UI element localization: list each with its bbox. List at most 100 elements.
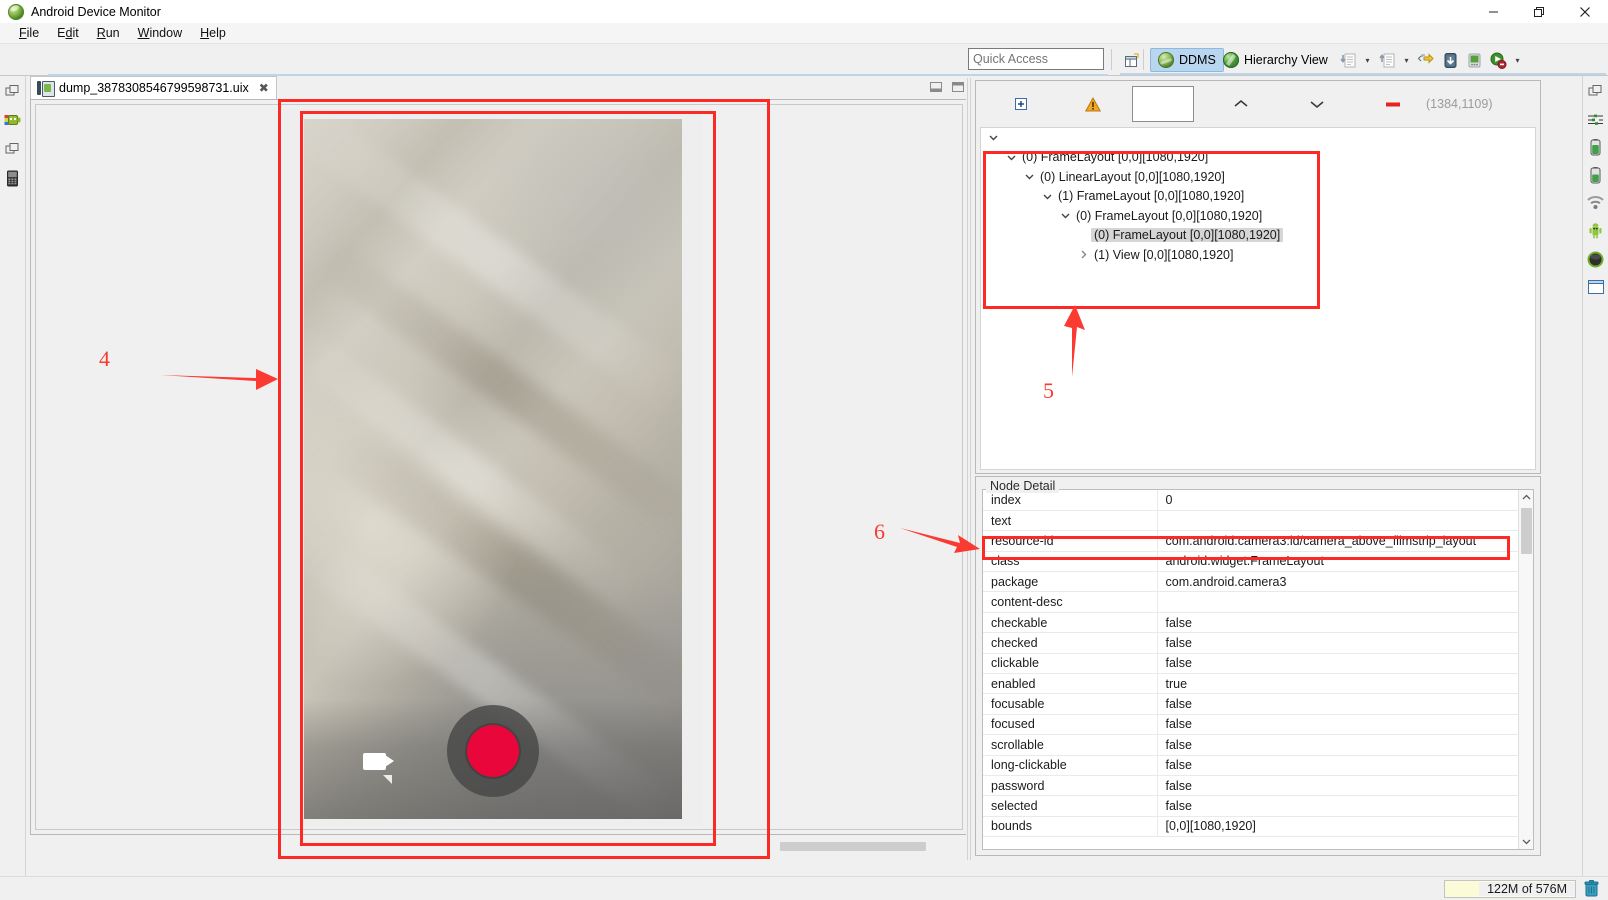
table-row[interactable]: selected false	[983, 795, 1533, 817]
perspective-tab-ddms[interactable]: DDMS	[1150, 48, 1224, 72]
start-monitoring-icon[interactable]	[1487, 48, 1509, 72]
table-row[interactable]: package com.android.camera3	[983, 571, 1533, 593]
table-row[interactable]: text	[983, 510, 1533, 532]
allocation-tracker-icon[interactable]	[1587, 166, 1605, 184]
video-camera-mode-icon[interactable]	[363, 749, 399, 784]
ddms-icon	[1158, 52, 1174, 68]
import-dropdown-arrow[interactable]: ▾	[1361, 48, 1374, 72]
file-explorer-icon[interactable]	[1587, 222, 1605, 240]
toolbar-overflow-arrow[interactable]: ▾	[1511, 48, 1524, 72]
tree-row[interactable]: (0) LinearLayout [0,0][1080,1920]	[981, 167, 1535, 187]
table-row[interactable]: checked false	[983, 632, 1533, 654]
run-gc-trash-icon[interactable]	[1580, 879, 1602, 899]
expand-all-icon[interactable]	[1004, 89, 1038, 119]
restore-view-icon[interactable]	[1587, 82, 1605, 100]
chevron-down-icon[interactable]	[1003, 148, 1019, 167]
chevron-down-icon[interactable]	[1057, 206, 1073, 225]
warning-icon[interactable]	[1076, 89, 1110, 119]
system-information-icon[interactable]	[1463, 48, 1485, 72]
import-icon[interactable]	[1337, 48, 1359, 72]
chevron-down-icon[interactable]	[1300, 89, 1334, 119]
heap-icon[interactable]	[1587, 138, 1605, 156]
tree-row[interactable]: (1) FrameLayout [0,0][1080,1920]	[981, 187, 1535, 207]
node-detail-table-frame[interactable]: index 0 text resource-id com.android.camer…	[982, 489, 1534, 850]
stop-icon[interactable]	[1376, 89, 1410, 119]
close-icon[interactable]	[1562, 0, 1608, 23]
table-row[interactable]: index 0	[983, 490, 1533, 511]
editor-hscroll-thumb[interactable]	[780, 842, 926, 851]
restore-view-icon[interactable]	[4, 140, 22, 158]
system-information-icon[interactable]	[1587, 278, 1605, 296]
toolbar-right-icon-group: ▾ ▾ ▾	[1337, 48, 1524, 72]
chevron-down-icon[interactable]	[1039, 187, 1055, 206]
devices-icon[interactable]	[4, 169, 22, 187]
menu-window[interactable]: Window	[129, 24, 191, 42]
table-row[interactable]: checkable false	[983, 612, 1533, 634]
table-row[interactable]: resource-id com.android.camera3:id/camera…	[983, 530, 1533, 552]
menu-file[interactable]: File	[10, 24, 48, 42]
dump-view-hierarchy-icon[interactable]	[1415, 48, 1437, 72]
chevron-down-icon[interactable]	[1021, 167, 1037, 186]
node-detail-vertical-scrollbar[interactable]	[1518, 490, 1533, 849]
tree-row[interactable]: (1) View [0,0][1080,1920]	[981, 245, 1535, 265]
export-icon[interactable]	[1376, 48, 1398, 72]
table-row[interactable]: enabled true	[983, 673, 1533, 695]
hierarchy-view-icon	[1223, 52, 1239, 68]
table-row[interactable]: focusable false	[983, 693, 1533, 715]
table-row[interactable]: class android.widget.FrameLayout	[983, 551, 1533, 573]
android-camera-preview-screenshot[interactable]	[304, 119, 682, 819]
threads-icon[interactable]	[1587, 110, 1605, 128]
minimize-panel-button[interactable]	[928, 80, 944, 94]
perspective-tab-hierarchy-view[interactable]: Hierarchy View	[1216, 48, 1335, 72]
tree-row[interactable]	[981, 128, 1535, 148]
chevron-up-icon[interactable]	[1224, 89, 1258, 119]
table-row[interactable]: focused false	[983, 714, 1533, 736]
close-tab-icon[interactable]: ✖	[259, 81, 269, 95]
table-row[interactable]: long-clickable false	[983, 755, 1533, 776]
table-row[interactable]: password false	[983, 775, 1533, 797]
node-tree-view[interactable]: (0) FrameLayout [0,0][1080,1920] (0) Lin…	[980, 127, 1536, 470]
menu-edit[interactable]: Edit	[48, 24, 88, 42]
menu-help[interactable]: Help	[191, 24, 235, 42]
quick-access-input[interactable]	[968, 48, 1104, 70]
device-screen-capture-icon[interactable]	[1439, 48, 1461, 72]
scroll-up-icon[interactable]	[1519, 490, 1534, 505]
restore-devices-view-icon[interactable]	[4, 82, 22, 100]
left-view-rail	[0, 76, 26, 876]
emulator-control-icon[interactable]	[1587, 250, 1605, 268]
node-tree-search-input[interactable]	[1132, 86, 1194, 122]
table-row[interactable]: content-desc	[983, 591, 1533, 613]
node-detail-key: scrollable	[983, 734, 1158, 756]
minimize-icon[interactable]	[1470, 0, 1516, 23]
export-dropdown-arrow[interactable]: ▾	[1400, 48, 1413, 72]
editor-horizontal-scrollbar[interactable]	[30, 839, 968, 853]
scroll-down-icon[interactable]	[1519, 834, 1534, 849]
open-perspective-icon[interactable]	[1119, 49, 1143, 71]
tree-row-selected[interactable]: (0) FrameLayout [0,0][1080,1920]	[981, 226, 1535, 246]
menu-run[interactable]: Run	[88, 24, 129, 42]
heap-status-widget[interactable]: 122M of 576M	[1444, 879, 1576, 898]
toolbar-underline-right	[1120, 73, 1606, 75]
table-row[interactable]: clickable false	[983, 653, 1533, 675]
editor-tab-dump-uix[interactable]: dump_3878308546799598731.uix ✖	[30, 76, 277, 99]
node-detail-value: false	[1157, 632, 1533, 654]
tree-row[interactable]: (0) FrameLayout [0,0][1080,1920]	[981, 206, 1535, 226]
emulator-control-icon[interactable]	[4, 111, 22, 129]
node-detail-key: class	[983, 551, 1158, 573]
maximize-icon[interactable]	[1516, 0, 1562, 23]
node-detail-scroll-thumb[interactable]	[1521, 508, 1532, 554]
chevron-down-icon[interactable]	[985, 128, 1001, 147]
cursor-coordinates: (1384,1109)	[1426, 97, 1493, 111]
maximize-panel-button[interactable]	[950, 80, 966, 94]
table-row[interactable]: bounds [0,0][1080,1920]	[983, 816, 1533, 838]
network-statistics-icon[interactable]	[1587, 194, 1605, 212]
tree-row[interactable]: (0) FrameLayout [0,0][1080,1920]	[981, 148, 1535, 168]
record-shutter-button[interactable]	[447, 705, 539, 797]
screenshot-canvas[interactable]	[35, 104, 963, 830]
node-detail-value: false	[1157, 714, 1533, 736]
table-row[interactable]: scrollable false	[983, 734, 1533, 756]
node-detail-key: package	[983, 571, 1158, 593]
toolbar-separator-1	[1111, 49, 1112, 70]
title-bar: Android Device Monitor	[0, 0, 1608, 23]
chevron-right-icon[interactable]	[1075, 245, 1091, 264]
